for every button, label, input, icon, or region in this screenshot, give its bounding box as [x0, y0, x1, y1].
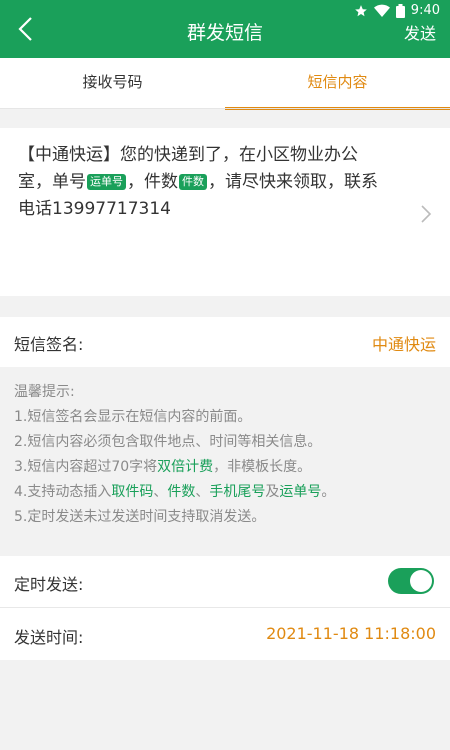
message-text: 【中通快运】您的快递到了，在小区物业办公室，单号 运单号 ，件数 件数 ，请尽快来领取，…: [18, 142, 388, 223]
tip-3-highlight: 双倍计费: [157, 459, 214, 475]
waybill-tag: 运单号: [87, 174, 126, 190]
tip-4-sep-2: 、: [195, 484, 210, 500]
battery-icon: [395, 3, 405, 18]
status-time: 9:40: [410, 3, 440, 18]
tip-4-pickup-code: 取件码: [111, 484, 154, 500]
toggle-knob: [410, 570, 432, 592]
send-time-value[interactable]: 2021-11-18 11:18:00: [266, 624, 436, 643]
tab-divider: [0, 108, 450, 109]
tip-4-text: 4.支持动态插入: [14, 484, 112, 500]
page-title: 群发短信: [186, 22, 263, 44]
tip-3-text: 3.短信内容超过70字将: [14, 459, 158, 475]
scheduled-send-row: 定时发送:: [0, 556, 450, 607]
tip-4-phone-tail: 手机尾号: [209, 484, 266, 500]
wifi-icon: [373, 4, 390, 17]
tip-line-3: 3.短信内容超过70字将双倍计费，非模板长度。: [14, 455, 444, 480]
tip-4-sep-1: 、: [153, 484, 168, 500]
send-time-row[interactable]: 发送时间: 2021-11-18 11:18:00: [0, 608, 450, 660]
tab-bar: 接收号码 短信内容: [0, 58, 450, 110]
signature-label: 短信签名:: [14, 335, 84, 354]
app-header: 9:40 群发短信 发送: [0, 0, 450, 58]
message-content-card[interactable]: 【中通快运】您的快递到了，在小区物业办公室，单号 运单号 ，件数 件数 ，请尽快来领取，…: [0, 128, 450, 296]
send-time-label: 发送时间:: [14, 628, 84, 647]
tab-recipients[interactable]: 接收号码: [0, 58, 225, 108]
tip-line-1: 1.短信签名会显示在短信内容的前面。: [14, 409, 252, 425]
status-bar: 9:40: [354, 3, 440, 18]
tips-title: 温馨提示:: [14, 384, 75, 400]
tip-line-5: 5.定时发送未过发送时间支持取消发送。: [14, 509, 266, 525]
tip-4-sep-3: 及: [265, 484, 280, 500]
scheduled-send-toggle[interactable]: [388, 568, 434, 594]
signature-row[interactable]: 短信签名: 中通快运: [0, 317, 450, 367]
signature-value[interactable]: 中通快运: [372, 331, 436, 355]
chevron-right-icon[interactable]: [420, 204, 432, 224]
tip-3-end: ，非模板长度。: [213, 459, 312, 475]
count-tag: 件数: [179, 174, 207, 190]
tip-4-waybill: 运单号: [279, 484, 322, 500]
tip-line-2: 2.短信内容必须包含取件地点、时间等相关信息。: [14, 434, 322, 450]
tip-4-count: 件数: [167, 484, 196, 500]
scheduled-send-label: 定时发送:: [14, 575, 84, 594]
tab-sms-content[interactable]: 短信内容: [225, 58, 450, 110]
tips-panel: 温馨提示: 1.短信签名会显示在短信内容的前面。 2.短信内容必须包含取件地点、…: [14, 380, 444, 530]
message-part-2: ，件数: [127, 172, 178, 192]
tip-4-end: 。: [321, 484, 336, 500]
tip-line-4: 4.支持动态插入取件码、件数、手机尾号及运单号。: [14, 480, 444, 505]
send-button[interactable]: 发送: [404, 20, 436, 44]
star-icon: [354, 4, 367, 16]
